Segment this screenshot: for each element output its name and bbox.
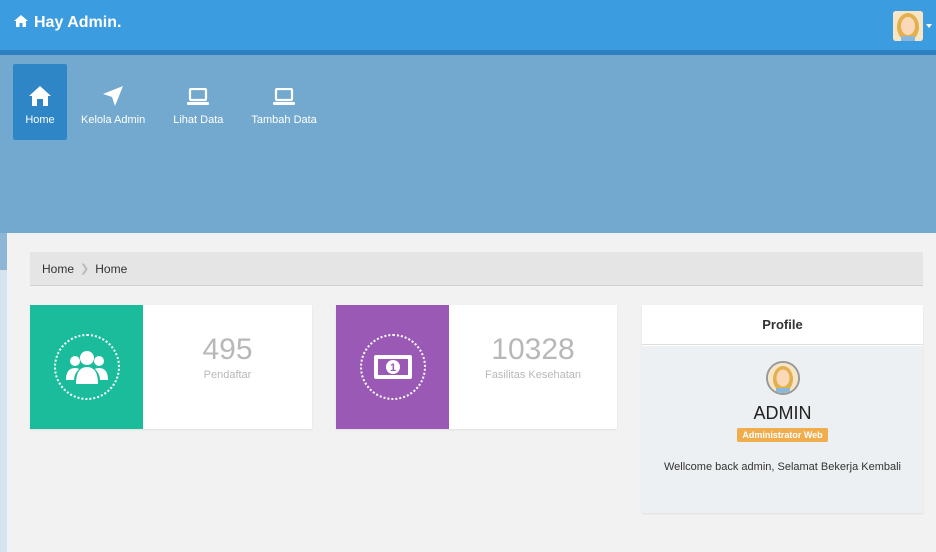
greeting-text: Hay Admin. — [34, 14, 122, 31]
stat-value: 495 — [202, 333, 253, 366]
nav-item-label: Lihat Data — [173, 114, 224, 126]
nav-item-label: Tambah Data — [251, 114, 317, 126]
location-arrow-icon — [103, 78, 124, 106]
stat-icon-box — [30, 305, 143, 429]
main-nav: Home Kelola Admin Lihat Data Tambah Data — [13, 64, 331, 140]
chevron-right-icon: ❯ — [80, 263, 90, 275]
welcome-message: Wellcome back admin, Selamat Bekerja Kem… — [663, 461, 901, 473]
breadcrumb-item[interactable]: Home — [42, 262, 74, 276]
profile-body: ADMIN Administrator Web Wellcome back ad… — [642, 346, 923, 513]
stat-info: 495 Pendaftar — [143, 305, 312, 429]
nav-item-tambah-data[interactable]: Tambah Data — [237, 64, 330, 140]
top-navbar — [0, 0, 936, 50]
stat-info: 10328 Fasilitas Kesehatan — [449, 305, 617, 429]
stat-card-fasilitas: 1 10328 Fasilitas Kesehatan — [336, 305, 617, 429]
profile-panel: Profile ADMIN Administrator Web Wellcome… — [642, 305, 923, 513]
profile-title: Profile — [642, 305, 923, 345]
stat-icon-box: 1 — [336, 305, 449, 429]
chevron-down-icon[interactable] — [926, 24, 932, 28]
role-badge: Administrator Web — [737, 428, 828, 442]
nav-item-lihat-data[interactable]: Lihat Data — [159, 64, 237, 140]
nav-item-label: Home — [25, 114, 55, 126]
profile-name: ADMIN — [753, 403, 812, 423]
user-avatar[interactable] — [893, 11, 923, 41]
laptop-icon — [273, 78, 296, 106]
nav-item-home[interactable]: Home — [13, 64, 67, 140]
breadcrumb: Home ❯ Home — [30, 252, 923, 286]
nav-item-label: Kelola Admin — [81, 114, 146, 126]
stat-card-pendaftar: 495 Pendaftar — [30, 305, 312, 429]
users-icon — [53, 334, 120, 400]
nav-item-kelola-admin[interactable]: Kelola Admin — [67, 64, 159, 140]
sidebar-edge — [0, 233, 7, 552]
stat-label: Pendaftar — [203, 369, 252, 381]
home-icon — [29, 78, 51, 106]
svg-text:1: 1 — [389, 362, 395, 374]
brand[interactable]: Hay Admin. — [14, 14, 121, 32]
sidebar-edge-accent — [0, 233, 7, 270]
stat-value: 10328 — [491, 333, 575, 366]
breadcrumb-item-current: Home — [95, 261, 128, 276]
laptop-icon — [187, 78, 210, 106]
home-icon — [14, 14, 28, 32]
profile-avatar — [765, 361, 800, 395]
stat-label: Fasilitas Kesehatan — [485, 369, 581, 381]
money-icon: 1 — [359, 334, 426, 400]
